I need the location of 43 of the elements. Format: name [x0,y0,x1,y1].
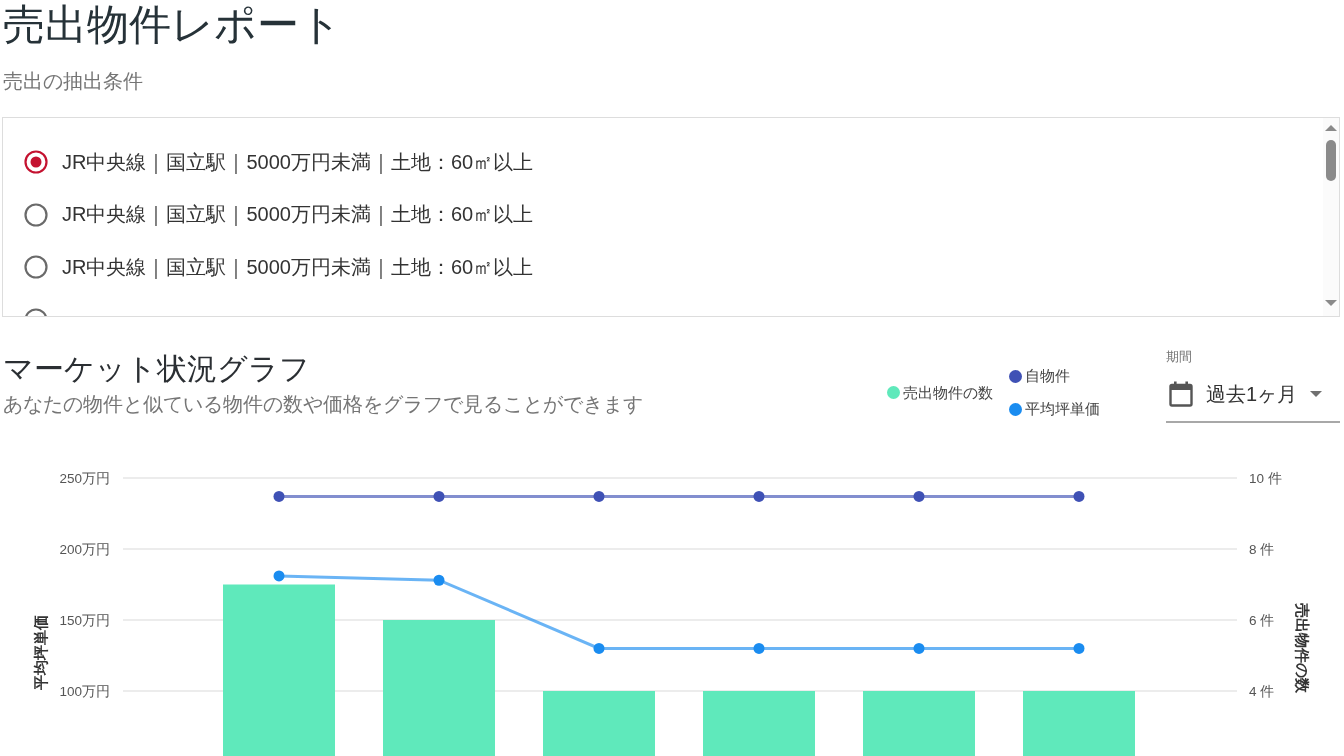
chart-point [433,490,445,502]
chart-title: マーケット状況グラフ [3,351,310,387]
chart-point [753,642,765,654]
scrollbar[interactable] [1323,118,1339,316]
chart-point [593,490,605,502]
chart-point [433,574,445,586]
axis-title: 売出物件の数 [1293,603,1311,693]
radio-icon[interactable] [24,150,48,175]
chart-point [273,570,285,582]
scroll-up-icon[interactable] [1325,125,1337,131]
period-select[interactable]: 過去1ヶ月 [1166,374,1340,423]
axis-tick-label: 8 件 [1249,542,1275,557]
scroll-down-icon[interactable] [1325,300,1337,306]
legend-label: 自物件 [1025,366,1070,386]
axis-tick-label: 200万円 [59,542,110,557]
axis-tick-label: 250万円 [59,471,110,486]
axis-tick-label: 6 件 [1249,613,1275,628]
calendar-icon [1169,381,1193,407]
chart-point [913,490,925,502]
chart-point [913,642,925,654]
chart-point [273,490,285,502]
chart-point [593,642,605,654]
chart-point [1073,642,1085,654]
axis-tick-label: 4 件 [1249,684,1275,699]
radio-option[interactable]: JR中央線｜国立駅｜5000万円未満｜土地：60㎡以上 [24,136,534,189]
scrollbar-thumb[interactable] [1326,140,1336,181]
legend-label: 平均坪単価 [1025,399,1100,419]
caret-icon [1310,391,1323,397]
axis-tick-label: 10 件 [1249,471,1282,486]
radio-icon[interactable] [24,202,48,227]
radio-option[interactable]: JR中央線｜国立駅｜5000万円未満｜土地：60㎡以上 [24,188,534,242]
legend-label: 売出物件の数 [903,382,993,403]
section-subtitle: 売出の抽出条件 [3,69,143,94]
chart-description: あなたの物件と似ている物件の数や価格をグラフで見ることができます [3,392,643,417]
field-label: 期間 [1166,348,1192,366]
page-title: 売出物件レポート [2,0,342,50]
radio-option[interactable]: JR中央線｜国立駅｜5000万円未満｜土地：60㎡以上 [24,241,534,294]
chart-point [1073,490,1085,502]
axis-title: 平均坪単価 [31,614,49,690]
chart-point [753,490,765,502]
radio-icon[interactable] [24,255,48,280]
axis-tick-label: 100万円 [59,684,110,699]
axis-tick-label: 150万円 [59,613,110,628]
